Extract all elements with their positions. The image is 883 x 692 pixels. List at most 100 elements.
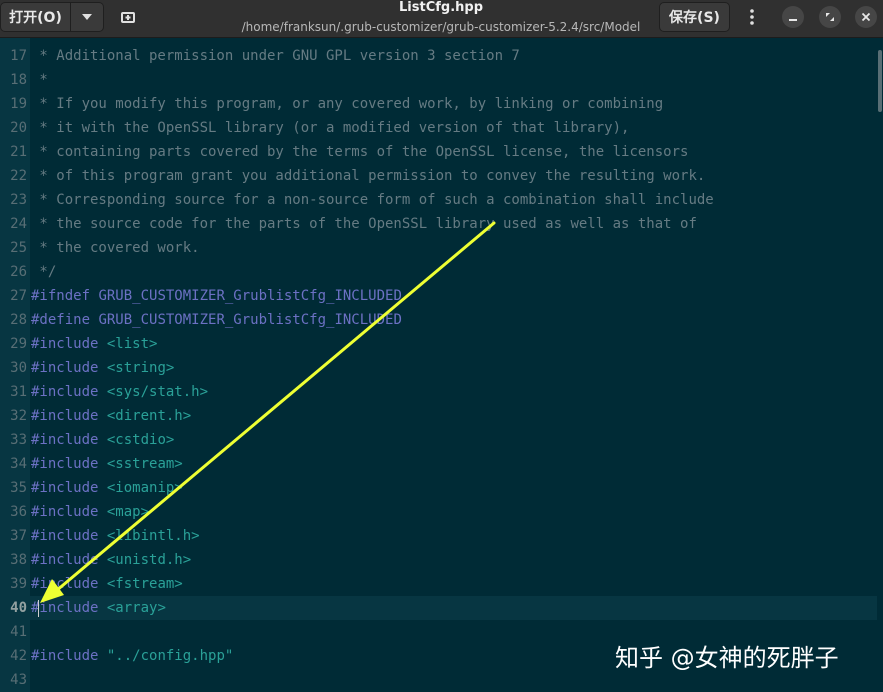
line-number: 37 — [10, 528, 27, 544]
line-number: 20 — [10, 120, 27, 136]
line-text: * the covered work. — [31, 240, 200, 256]
line-text: #ifndef GRUB_CUSTOMIZER_GrublistCfg_INCL… — [31, 284, 402, 308]
code-line[interactable]: 27 #ifndef GRUB_CUSTOMIZER_GrublistCfg_IN… — [0, 284, 877, 308]
kebab-menu-icon — [750, 9, 754, 25]
code-line[interactable]: 31 #include <sys/stat.h> — [0, 380, 877, 404]
code-line[interactable]: 39 #include <fstream> — [0, 572, 877, 596]
line-text: #include <dirent.h> — [31, 404, 191, 428]
document-title: ListCfg.hpp — [399, 0, 483, 15]
new-tab-icon — [121, 12, 135, 23]
line-number: 40 — [10, 600, 27, 616]
code-line[interactable]: 33 #include <cstdio> — [0, 428, 877, 452]
main-menu-button[interactable] — [740, 2, 764, 32]
preprocessor-directive: #include — [31, 600, 99, 616]
line-text: #include "../config.hpp" — [31, 644, 233, 668]
line-text: #include <cstdio> — [31, 428, 174, 452]
code-line[interactable]: 37 #include <libintl.h> — [0, 524, 877, 548]
line-number: 29 — [10, 336, 27, 352]
line-number: 24 — [10, 216, 27, 232]
code-line[interactable]: 22 * of this program grant you additiona… — [0, 164, 877, 188]
preprocessor-directive: #define — [31, 312, 91, 328]
directive-argument: GRUB_CUSTOMIZER_GrublistCfg_INCLUDED — [90, 312, 402, 328]
new-document-button[interactable] — [114, 2, 142, 32]
preprocessor-directive: #include — [31, 456, 99, 472]
close-button[interactable] — [855, 6, 877, 28]
line-number: 26 — [10, 264, 27, 280]
line-number: 34 — [10, 456, 27, 472]
line-number: 43 — [10, 672, 27, 688]
code-line[interactable]: 19 * If you modify this program, or any … — [0, 92, 877, 116]
code-line[interactable]: 23 * Corresponding source for a non-sour… — [0, 188, 877, 212]
line-text: #include <sys/stat.h> — [31, 380, 208, 404]
preprocessor-directive: #include — [31, 480, 99, 496]
open-menu-button[interactable] — [71, 2, 104, 32]
restore-icon — [826, 13, 834, 21]
directive-argument: <string> — [98, 360, 175, 376]
code-line[interactable]: 38 #include <unistd.h> — [0, 548, 877, 572]
directive-argument: <libintl.h> — [98, 528, 200, 544]
current-code-line[interactable]: 40 #include <array> — [0, 596, 877, 620]
code-line[interactable]: 20 * it with the OpenSSL library (or a m… — [0, 116, 877, 140]
line-text: #include <fstream> — [31, 572, 183, 596]
preprocessor-directive: #include — [31, 384, 99, 400]
watermark-text: 知乎 @女神的死胖子 — [615, 644, 839, 672]
line-text: * of this program grant you additional p… — [31, 168, 706, 184]
code-line[interactable]: 29 #include <list> — [0, 332, 877, 356]
line-text: * If you modify this program, or any cov… — [31, 96, 664, 112]
save-button[interactable]: 保存(S) — [659, 2, 730, 32]
line-number: 31 — [10, 384, 27, 400]
directive-argument: <list> — [98, 336, 158, 352]
line-number: 30 — [10, 360, 27, 376]
code-line[interactable]: 26 */ — [0, 260, 877, 284]
code-line[interactable]: 21 * containing parts covered by the ter… — [0, 140, 877, 164]
scrollbar-thumb[interactable] — [878, 50, 882, 112]
code-line[interactable]: 36 #include <map> — [0, 500, 877, 524]
directive-argument: <fstream> — [98, 576, 183, 592]
line-text: #include <list> — [31, 332, 157, 356]
preprocessor-directive: #include — [31, 576, 99, 592]
document-path: /home/franksun/.grub-customizer/grub-cus… — [241, 20, 641, 34]
line-text: #include <iomanip> — [31, 476, 183, 500]
line-number: 18 — [10, 72, 27, 88]
save-button-label: 保存(S) — [669, 10, 720, 26]
code-line[interactable]: 34 #include <sstream> — [0, 452, 877, 476]
code-line[interactable]: 17 * Additional permission under GNU GPL… — [0, 44, 877, 68]
directive-argument: <map> — [98, 504, 150, 520]
minimize-icon — [789, 19, 797, 21]
minimize-button[interactable] — [782, 6, 804, 28]
line-text: * Corresponding source for a non-source … — [31, 192, 714, 208]
line-number: 28 — [10, 312, 27, 328]
preprocessor-directive: #include — [31, 432, 99, 448]
preprocessor-directive: #include — [31, 504, 99, 520]
preprocessor-directive: #ifndef — [31, 288, 91, 304]
line-text: #include <map> — [31, 500, 149, 524]
code-line[interactable]: 30 #include <string> — [0, 356, 877, 380]
line-text: * Additional permission under GNU GPL ve… — [31, 48, 520, 64]
open-button-label: 打开(O) — [9, 10, 62, 26]
directive-argument: <cstdio> — [98, 432, 175, 448]
vertical-scrollbar[interactable] — [877, 38, 883, 692]
line-number: 38 — [10, 552, 27, 568]
preprocessor-directive: #include — [31, 336, 99, 352]
directive-argument: "../config.hpp" — [98, 648, 234, 664]
code-line[interactable]: 32 #include <dirent.h> — [0, 404, 877, 428]
line-text: #include <string> — [31, 356, 174, 380]
preprocessor-directive: #include — [31, 552, 99, 568]
code-line[interactable]: 24 * the source code for the parts of th… — [0, 212, 877, 236]
line-text: * it with the OpenSSL library (or a modi… — [31, 120, 630, 136]
line-text: * — [31, 72, 48, 88]
line-number: 41 — [10, 624, 27, 640]
code-line[interactable]: 18 * — [0, 68, 877, 92]
code-line[interactable]: 35 #include <iomanip> — [0, 476, 877, 500]
open-button[interactable]: 打开(O) — [0, 2, 71, 32]
line-text: * the source code for the parts of the O… — [31, 216, 697, 232]
restore-button[interactable] — [819, 6, 841, 28]
text-editor[interactable]: 17 * Additional permission under GNU GPL… — [0, 38, 883, 692]
code-line[interactable]: 28 #define GRUB_CUSTOMIZER_GrublistCfg_IN… — [0, 308, 877, 332]
code-line[interactable]: 25 * the covered work. — [0, 236, 877, 260]
line-number: 27 — [10, 288, 27, 304]
text-cursor — [38, 600, 39, 617]
line-number: 36 — [10, 504, 27, 520]
directive-argument: <unistd.h> — [98, 552, 192, 568]
header-bar: 打开(O) ListCfg.hpp /home/franksun/.grub-c… — [0, 0, 883, 38]
